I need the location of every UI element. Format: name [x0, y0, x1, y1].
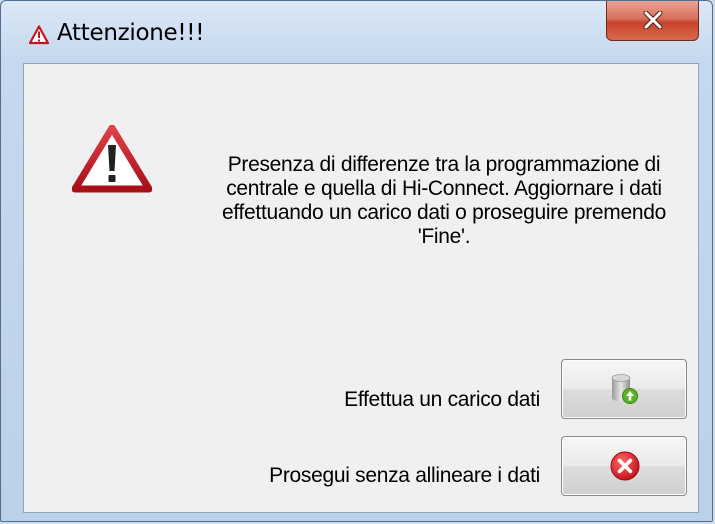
warning-icon [28, 25, 50, 45]
window-title: Attenzione!!! [57, 20, 205, 46]
load-data-label: Effettua un carico dati [344, 388, 540, 411]
dialog-body: Presenza di differenze tra la programmaz… [23, 63, 699, 513]
title-bar[interactable]: Attenzione!!! [1, 1, 712, 63]
close-button[interactable] [606, 1, 699, 41]
skip-alignment-label: Prosegui senza allineare i dati [269, 464, 540, 487]
close-icon [643, 11, 663, 29]
warning-icon [71, 124, 153, 193]
skip-alignment-button[interactable] [561, 436, 687, 496]
warning-message: Presenza di differenze tra la programmaz… [221, 153, 667, 248]
load-data-button[interactable] [561, 359, 687, 419]
database-upload-icon [611, 374, 638, 404]
dialog-window: Attenzione!!! Presenza di differenze tra… [0, 0, 713, 522]
cancel-icon [610, 451, 640, 481]
